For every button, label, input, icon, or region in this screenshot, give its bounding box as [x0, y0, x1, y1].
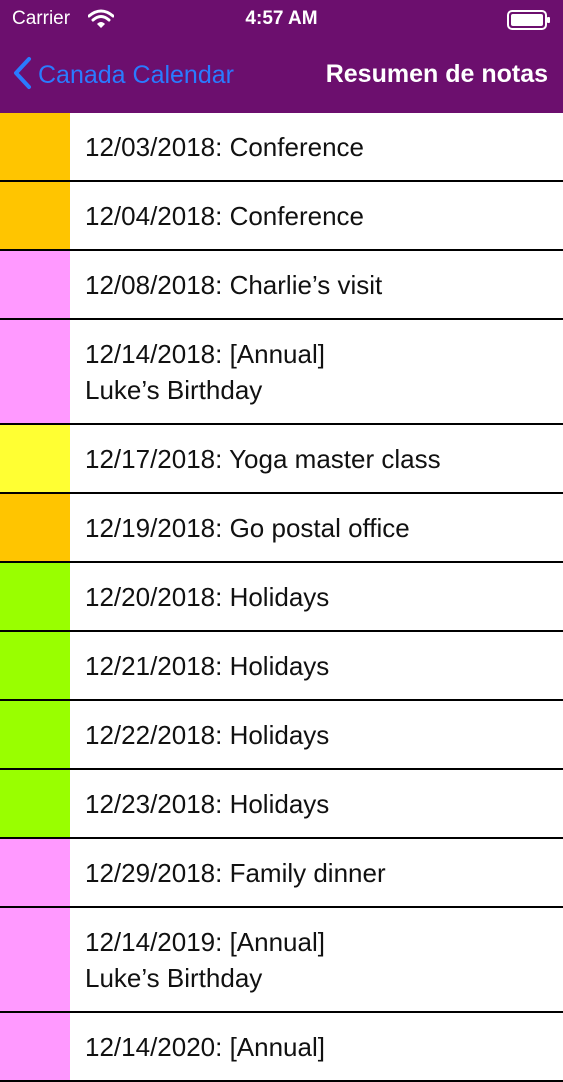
note-text: 12/19/2018: Go postal office	[85, 513, 410, 543]
back-button[interactable]: Canada Calendar	[12, 56, 234, 95]
note-color-swatch	[0, 182, 70, 249]
note-row[interactable]: 12/03/2018: Conference	[0, 113, 563, 182]
battery-icon	[507, 10, 551, 35]
note-color-swatch	[0, 494, 70, 561]
note-row[interactable]: 12/14/2018: [Annual] Luke’s Birthday	[0, 320, 563, 425]
note-color-swatch	[0, 632, 70, 699]
note-row[interactable]: 12/14/2019: [Annual] Luke’s Birthday	[0, 908, 563, 1013]
note-row[interactable]: 12/19/2018: Go postal office	[0, 494, 563, 563]
note-row[interactable]: 12/04/2018: Conference	[0, 182, 563, 251]
note-text: 12/04/2018: Conference	[85, 201, 364, 231]
note-text: 12/17/2018: Yoga master class	[85, 444, 441, 474]
note-text: 12/08/2018: Charlie’s visit	[85, 270, 383, 300]
note-color-swatch	[0, 251, 70, 318]
navigation-bar: Canada Calendar Resumen de notas	[0, 50, 563, 102]
notes-list: 12/03/2018: Conference 12/04/2018: Confer…	[0, 113, 563, 1082]
note-text: 12/20/2018: Holidays	[85, 582, 330, 612]
note-color-swatch	[0, 320, 70, 423]
chevron-left-icon	[12, 56, 32, 95]
note-color-swatch	[0, 839, 70, 906]
note-row[interactable]: 12/08/2018: Charlie’s visit	[0, 251, 563, 320]
note-row[interactable]: 12/21/2018: Holidays	[0, 632, 563, 701]
back-button-label: Canada Calendar	[38, 61, 234, 89]
note-color-swatch	[0, 770, 70, 837]
note-color-swatch	[0, 425, 70, 492]
header: Carrier 4:57 AM Canada Calendar Resumen …	[0, 0, 563, 113]
note-text: 12/21/2018: Holidays	[85, 651, 330, 681]
note-row[interactable]: 12/20/2018: Holidays	[0, 563, 563, 632]
note-color-swatch	[0, 1013, 70, 1080]
note-text: 12/14/2018: [Annual] Luke’s Birthday	[85, 339, 325, 405]
note-color-swatch	[0, 113, 70, 180]
note-row[interactable]: 12/29/2018: Family dinner	[0, 839, 563, 908]
note-color-swatch	[0, 563, 70, 630]
note-text: 12/22/2018: Holidays	[85, 720, 330, 750]
note-row[interactable]: 12/22/2018: Holidays	[0, 701, 563, 770]
note-row[interactable]: 12/17/2018: Yoga master class	[0, 425, 563, 494]
note-color-swatch	[0, 701, 70, 768]
page-title: Resumen de notas	[325, 60, 548, 88]
note-text: 12/29/2018: Family dinner	[85, 858, 386, 888]
status-time: 4:57 AM	[245, 8, 318, 29]
status-bar: Carrier 4:57 AM	[0, 0, 563, 38]
note-text: 12/14/2019: [Annual] Luke’s Birthday	[85, 927, 325, 993]
note-row[interactable]: 12/23/2018: Holidays	[0, 770, 563, 839]
note-text: 12/14/2020: [Annual]	[85, 1032, 325, 1062]
note-row[interactable]: 12/14/2020: [Annual]	[0, 1013, 563, 1082]
note-text: 12/23/2018: Holidays	[85, 789, 330, 819]
note-color-swatch	[0, 908, 70, 1011]
note-text: 12/03/2018: Conference	[85, 132, 364, 162]
